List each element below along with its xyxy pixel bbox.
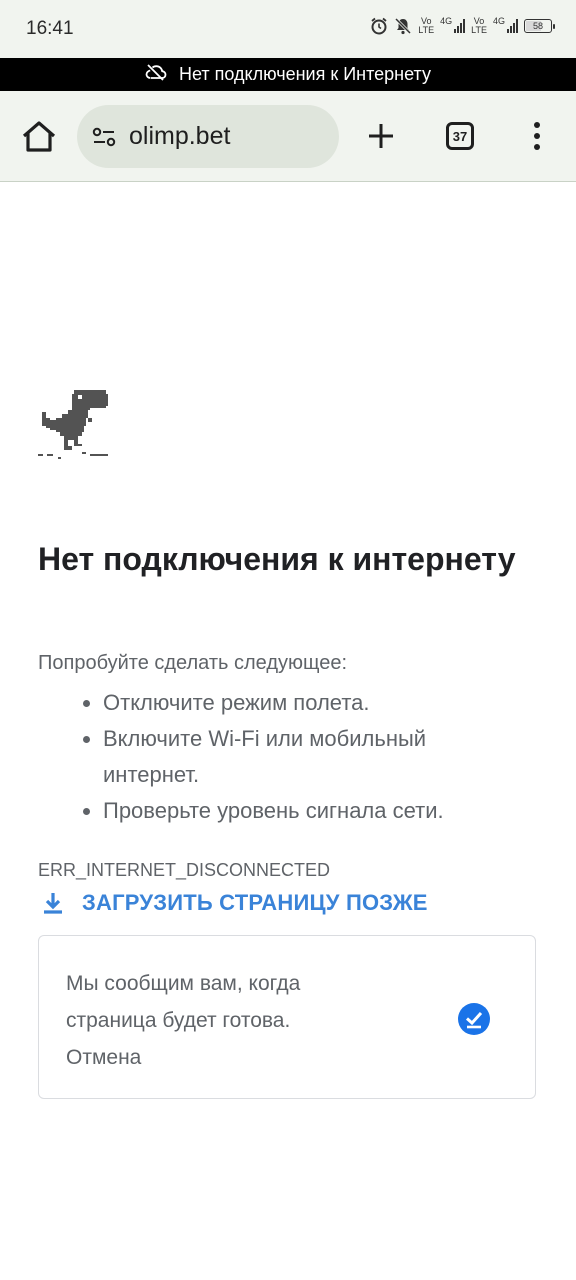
list-item: Включите Wi-Fi или мобильный интернет. [80, 721, 520, 793]
download-later-button[interactable]: ЗАГРУЗИТЬ СТРАНИЦУ ПОЗЖЕ [40, 890, 428, 916]
cancel-link[interactable]: Отмена [66, 1039, 141, 1076]
status-time: 16:41 [26, 18, 74, 39]
offline-dino-icon[interactable] [38, 388, 110, 460]
list-item: Проверьте уровень сигнала сети. [80, 793, 520, 829]
tab-switcher-button[interactable]: 37 [446, 122, 474, 150]
notify-text: Мы сообщим вам, когда страница будет гот… [66, 972, 301, 1032]
new-tab-button[interactable] [366, 121, 396, 151]
check-badge-icon [458, 1003, 490, 1035]
error-code: ERR_INTERNET_DISCONNECTED [38, 860, 331, 880]
tab-count: 37 [452, 128, 468, 144]
download-later-label: ЗАГРУЗИТЬ СТРАНИЦУ ПОЗЖЕ [82, 890, 428, 915]
notifications-off-icon [394, 17, 412, 35]
more-vert-icon [534, 122, 540, 150]
volte-label-bottom: LTE [418, 25, 435, 35]
offline-banner: Нет подключения к Интернету [0, 58, 576, 91]
error-title: Нет подключения к интернету [38, 541, 516, 577]
signal-icon: 4G [493, 17, 518, 35]
download-icon [44, 893, 62, 914]
notify-card: Мы сообщим вам, когда страница будет гот… [38, 935, 536, 1099]
plus-icon [369, 124, 393, 148]
battery-level: 58 [532, 21, 543, 31]
home-icon [22, 121, 56, 152]
address-bar[interactable]: olimp.bet [77, 105, 339, 168]
list-item: Отключите режим полета. [80, 685, 520, 721]
suggestions-intro: Попробуйте сделать следующее: [38, 652, 348, 674]
browser-toolbar: olimp.bet 37 [0, 91, 576, 182]
home-button[interactable] [20, 119, 58, 153]
more-menu-button[interactable] [532, 121, 542, 151]
alarm-icon [370, 17, 388, 35]
site-settings-icon[interactable] [91, 124, 117, 150]
url-text: olimp.bet [129, 122, 231, 150]
volte-icon: Vo LTE [418, 17, 434, 35]
signal-icon: 4G [440, 17, 466, 35]
suggestions-list: Отключите режим полета. Включите Wi-Fi и… [80, 685, 520, 829]
cloud-off-icon [145, 63, 167, 86]
volte-icon: Vo LTE [471, 17, 487, 35]
offline-banner-text: Нет подключения к Интернету [179, 64, 431, 84]
status-bar: 16:41 Vo LTE 4G Vo LTE 4G 58 [0, 0, 576, 58]
volte-label-bottom: LTE [471, 25, 487, 35]
status-icons: Vo LTE 4G Vo LTE 4G 58 [370, 17, 555, 35]
battery-icon: 58 [524, 19, 555, 33]
